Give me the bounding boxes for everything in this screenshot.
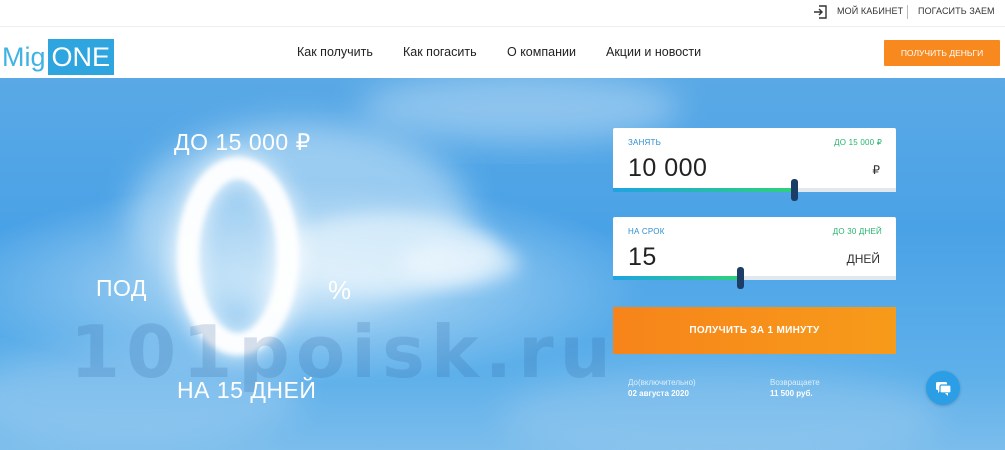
chat-button[interactable] (926, 371, 960, 405)
term-slider-fill (613, 276, 740, 280)
my-cabinet-link[interactable]: МОЙ КАБИНЕТ (837, 6, 903, 16)
term-slider-handle[interactable] (737, 267, 744, 289)
topbar-divider (907, 5, 908, 19)
return-amount-info: Возвращаете 11 500 руб. (770, 377, 820, 399)
amount-label: ЗАНЯТЬ (628, 138, 662, 147)
main-header: Mig ONE Как получить Как погасить О комп… (0, 26, 1005, 78)
nav-promotions[interactable]: Акции и новости (606, 45, 701, 59)
amount-slider-handle[interactable] (791, 179, 798, 201)
term-card: НА СРОК ДО 30 ДНЕЙ 15 ДНЕЙ (613, 217, 896, 289)
term-label: НА СРОК (628, 227, 665, 236)
hero-under-label: ПОД (96, 275, 147, 301)
top-utility-bar: МОЙ КАБИНЕТ ПОГАСИТЬ ЗАЕМ (0, 0, 1005, 26)
amount-card: ЗАНЯТЬ ДО 15 000 ₽ 10 000 ₽ (613, 128, 896, 201)
return-amount-label: Возвращаете (770, 378, 820, 387)
return-amount-value: 11 500 руб. (770, 389, 813, 398)
logo-text-one: ONE (47, 39, 115, 75)
hero-amount-line: ДО 15 000 ₽ (174, 129, 311, 155)
nav-how-to-get[interactable]: Как получить (297, 45, 373, 59)
repay-loan-link[interactable]: ПОГАСИТЬ ЗАЕМ (918, 6, 995, 16)
logo-text-mig: Mig (2, 42, 46, 72)
hero-percent: % (328, 275, 352, 305)
repay-until-label: До(включительно) (628, 378, 696, 387)
amount-slider-fill (613, 188, 794, 192)
logo[interactable]: Mig ONE (2, 39, 115, 75)
repay-until-value: 02 августа 2020 (628, 389, 689, 398)
repay-until-info: До(включительно) 02 августа 2020 (628, 377, 696, 399)
amount-unit: ₽ (872, 163, 880, 177)
hero-section: 101poisk.ru ДО 15 000 ₽ ПОД 0 % НА 15 ДН… (0, 78, 1005, 450)
chat-icon (936, 382, 952, 396)
nav-about[interactable]: О компании (507, 45, 576, 59)
get-money-button[interactable]: ПОЛУЧИТЬ ДЕНЬГИ (884, 40, 1000, 66)
term-value[interactable]: 15 (628, 243, 657, 272)
amount-max-label: ДО 15 000 ₽ (834, 138, 882, 147)
nav-how-to-repay[interactable]: Как погасить (403, 45, 477, 59)
watermark-text: 101poisk.ru (70, 310, 617, 394)
get-in-one-minute-button[interactable]: ПОЛУЧИТЬ ЗА 1 МИНУТУ (613, 307, 896, 354)
amount-value[interactable]: 10 000 (628, 154, 707, 183)
term-max-label: ДО 30 ДНЕЙ (832, 227, 882, 236)
hero-term-line: НА 15 ДНЕЙ (177, 377, 317, 403)
login-icon[interactable] (812, 3, 830, 21)
term-unit: ДНЕЙ (846, 252, 880, 266)
